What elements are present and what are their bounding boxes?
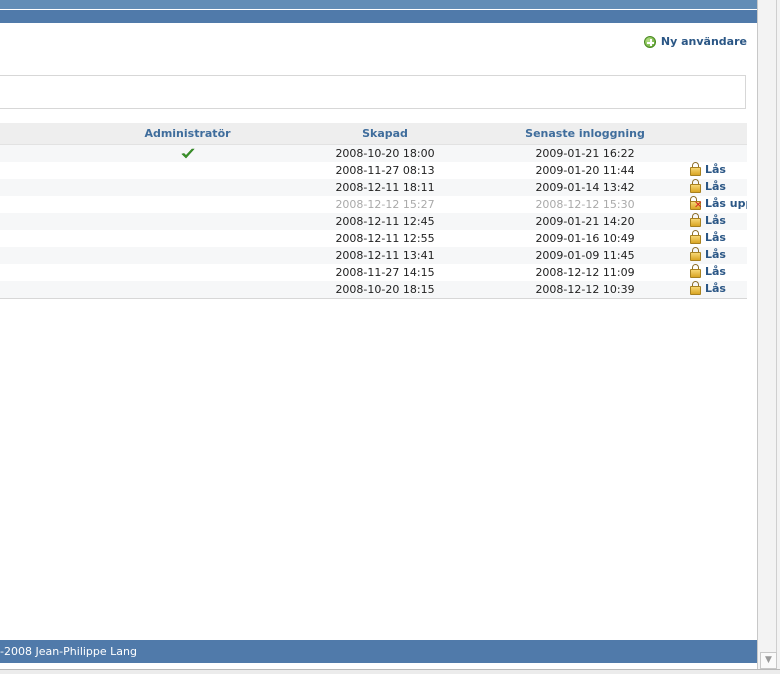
cell-login [0,162,90,179]
cell-action: Lås [685,281,747,299]
checkmark-icon [180,148,195,159]
action-label: Lås [705,179,726,193]
users-table: Administratör Skapad Senaste inloggning … [0,123,747,299]
lock-icon [690,281,701,295]
action-label: Lås [705,281,726,295]
table-header-row: Administratör Skapad Senaste inloggning [0,123,747,145]
cell-created: 2008-12-11 12:55 [285,230,485,247]
cell-admin [90,264,285,281]
cell-admin [90,213,285,230]
cell-last-login: 2008-12-12 10:39 [485,281,685,299]
cell-action: Lås [685,162,747,179]
cell-created: 2008-12-11 13:41 [285,247,485,264]
cell-login [0,247,90,264]
cell-login [0,196,90,213]
scroll-down-icon[interactable]: ▼ [760,652,777,669]
cell-admin [90,162,285,179]
top-header-stripe [0,0,757,9]
lock-user-link[interactable]: Lås [690,162,726,176]
cell-created: 2008-12-11 12:45 [285,213,485,230]
filter-fieldset [0,75,746,109]
cell-admin [90,230,285,247]
cell-login [0,179,90,196]
column-header-last-login[interactable]: Senaste inloggning [485,123,685,145]
lock-icon [690,230,701,244]
cell-last-login: 2009-01-21 16:22 [485,144,685,162]
cell-last-login: 2008-12-12 15:30 [485,196,685,213]
add-icon [643,35,656,48]
action-label: Lås [705,247,726,261]
lock-icon [690,179,701,193]
column-header-created[interactable]: Skapad [285,123,485,145]
cell-created: 2008-11-27 08:13 [285,162,485,179]
table-row: 2008-11-27 08:13 2009-01-20 11:44 Lås [0,162,747,179]
cell-last-login: 2009-01-09 11:45 [485,247,685,264]
cell-action [685,144,747,162]
action-label: Lås [705,230,726,244]
new-user-label: Ny användare [660,35,747,48]
cell-action: Lås [685,213,747,230]
cell-login [0,213,90,230]
table-row: 2008-11-27 14:15 2008-12-12 11:09 Lås [0,264,747,281]
cell-action: Lås [685,264,747,281]
table-row: 2008-12-11 12:45 2009-01-21 14:20 Lås [0,213,747,230]
top-header-bar [0,0,757,24]
cell-last-login: 2008-12-12 11:09 [485,264,685,281]
cell-created: 2008-12-11 18:11 [285,179,485,196]
cell-login [0,281,90,299]
lock-user-link[interactable]: Lås [690,179,726,193]
action-label: Lås [705,264,726,278]
table-row: 2008-12-11 12:55 2009-01-16 10:49 Lås [0,230,747,247]
cell-action: Lås [685,230,747,247]
cell-login [0,264,90,281]
cell-action: ✕Lås upp [685,196,747,213]
cell-created: 2008-12-12 15:27 [285,196,485,213]
lock-icon [690,162,701,176]
table-row: 2008-12-12 15:272008-12-12 15:30 ✕Lås upp [0,196,747,213]
cell-created: 2008-10-20 18:15 [285,281,485,299]
lock-user-link[interactable]: Lås [690,264,726,278]
cell-last-login: 2009-01-14 13:42 [485,179,685,196]
cell-last-login: 2009-01-20 11:44 [485,162,685,179]
unlock-icon: ✕ [690,196,702,211]
lock-user-link[interactable]: Lås [690,230,726,244]
new-user-link[interactable]: Ny användare [643,35,747,48]
footer-copyright: -2008 Jean-Philippe Lang [0,645,137,658]
lock-user-link[interactable]: Lås [690,281,726,295]
cell-admin [90,247,285,264]
cell-admin [90,281,285,299]
table-row: 2008-12-11 13:41 2009-01-09 11:45 Lås [0,247,747,264]
cell-last-login: 2009-01-21 14:20 [485,213,685,230]
lock-icon [690,247,701,261]
cell-created: 2008-10-20 18:00 [285,144,485,162]
table-row: 2008-10-20 18:15 2008-12-12 10:39 Lås [0,281,747,299]
vertical-scrollbar[interactable]: ▼ [757,0,780,674]
main-menu-bar [0,10,757,23]
lock-user-link[interactable]: Lås [690,247,726,261]
cell-login [0,144,90,162]
cell-admin [90,196,285,213]
scrollbar-track [776,0,777,674]
lock-icon [690,213,701,227]
cell-login [0,230,90,247]
table-row: 2008-10-20 18:00 2009-01-21 16:22 [0,144,747,162]
table-row: 2008-12-11 18:11 2009-01-14 13:42 Lås [0,179,747,196]
column-header-admin[interactable]: Administratör [90,123,285,145]
lock-user-link[interactable]: Lås [690,213,726,227]
cell-created: 2008-11-27 14:15 [285,264,485,281]
footer: -2008 Jean-Philippe Lang [0,640,757,663]
cell-action: Lås [685,179,747,196]
action-label: Lås [705,162,726,176]
action-label: Lås upp [705,196,747,210]
column-header-actions [685,123,747,145]
unlock-user-link[interactable]: ✕Lås upp [690,196,747,211]
column-header-login [0,123,90,145]
cell-last-login: 2009-01-16 10:49 [485,230,685,247]
cell-action: Lås [685,247,747,264]
cell-admin [90,144,285,162]
lock-icon [690,264,701,278]
cell-admin [90,179,285,196]
window-bottom-edge [0,669,780,674]
action-label: Lås [705,213,726,227]
